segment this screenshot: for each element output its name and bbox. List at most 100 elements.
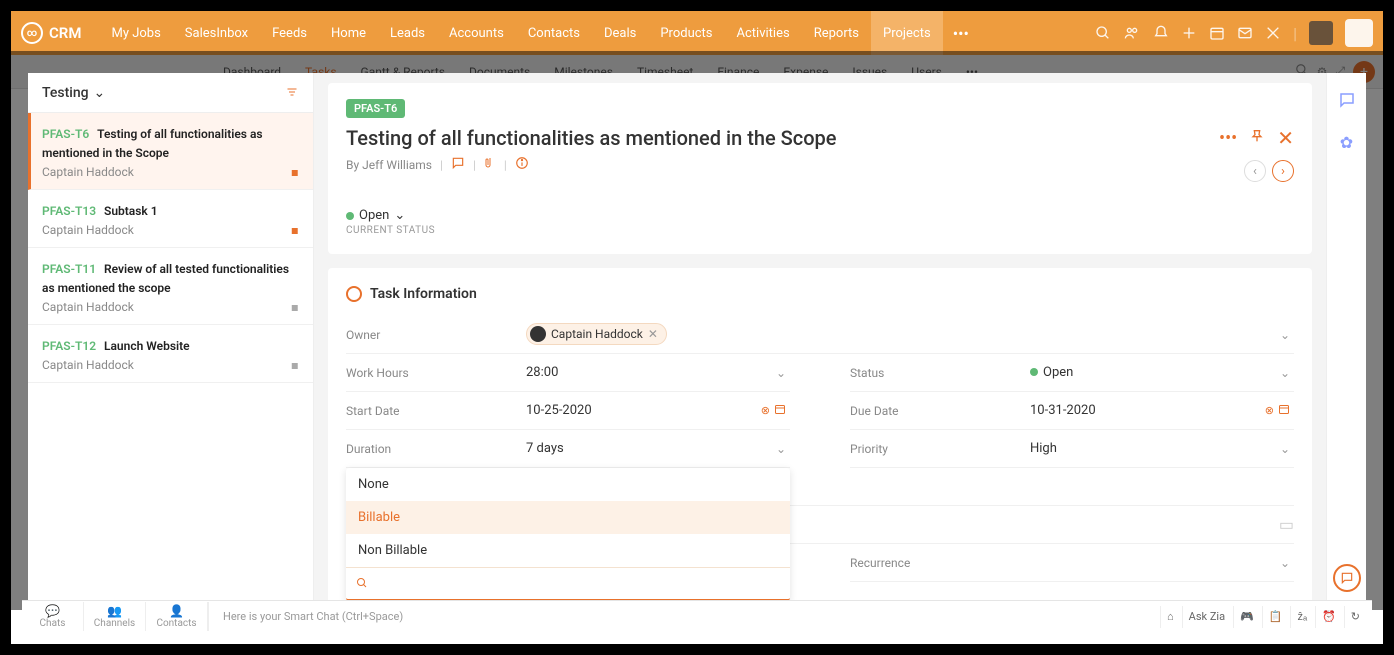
- attachment-icon[interactable]: [484, 156, 496, 173]
- mail-icon[interactable]: [1237, 25, 1253, 41]
- status-label: CURRENT STATUS: [346, 225, 1294, 236]
- calendar-icon[interactable]: [774, 403, 786, 418]
- close-icon[interactable]: ✕: [1277, 126, 1294, 150]
- chevron-down-icon[interactable]: ⌄: [1280, 328, 1290, 342]
- task-item-id: PFAS-T11: [42, 262, 96, 276]
- app-switcher-icon[interactable]: [1345, 19, 1373, 47]
- dropdown-option[interactable]: Billable: [346, 501, 790, 534]
- next-task-icon[interactable]: ›: [1272, 160, 1294, 182]
- info-icon[interactable]: [515, 156, 529, 173]
- nav-reports[interactable]: Reports: [802, 11, 871, 55]
- remove-owner-icon[interactable]: ✕: [648, 327, 658, 341]
- task-item[interactable]: PFAS-T6 Testing of all functionalities a…: [28, 113, 313, 190]
- status-field-value: Open: [1043, 365, 1073, 380]
- priority-label: Priority: [850, 442, 1030, 456]
- user-avatar[interactable]: [1309, 21, 1333, 45]
- task-item[interactable]: PFAS-T11 Review of all tested functional…: [28, 248, 313, 325]
- task-title: Testing of all functionalities as mentio…: [346, 126, 837, 150]
- nav-deals[interactable]: Deals: [592, 11, 648, 55]
- duration-value: 7 days: [526, 441, 776, 456]
- people-icon[interactable]: [1123, 25, 1141, 41]
- history-icon[interactable]: ↻: [1344, 606, 1366, 628]
- recurrence-label: Recurrence: [850, 556, 1030, 570]
- nav-activities[interactable]: Activities: [725, 11, 802, 55]
- chevron-down-icon[interactable]: ⌄: [776, 442, 786, 456]
- nav-more-icon[interactable]: •••: [943, 24, 979, 43]
- calendar-icon[interactable]: [1209, 25, 1225, 41]
- nav-my-jobs[interactable]: My Jobs: [99, 11, 172, 55]
- nav-projects[interactable]: Projects: [871, 11, 943, 55]
- task-item[interactable]: PFAS-T12 Launch WebsiteCaptain Haddock◆: [28, 325, 313, 383]
- owner-field[interactable]: Captain Haddock ✕: [526, 323, 1280, 346]
- dropdown-option[interactable]: None: [346, 468, 790, 501]
- brand-logo[interactable]: ∞ CRM: [21, 22, 81, 44]
- task-item-assignee: Captain Haddock: [42, 300, 134, 314]
- tools-icon[interactable]: [1265, 25, 1281, 41]
- duedate-value: 10-31-2020: [1030, 403, 1265, 418]
- owner-avatar-icon: [530, 326, 546, 342]
- tags-icon[interactable]: ▭: [1279, 515, 1294, 534]
- za-icon[interactable]: ẑₐ: [1290, 606, 1313, 628]
- status-field[interactable]: Status Open ⌄: [850, 354, 1294, 392]
- nav-products[interactable]: Products: [648, 11, 724, 55]
- chevron-down-icon[interactable]: ⌄: [776, 366, 786, 380]
- nav-feeds[interactable]: Feeds: [260, 11, 319, 55]
- prev-task-icon[interactable]: ‹: [1244, 160, 1266, 182]
- duedate-field[interactable]: Due Date 10-31-2020 ⊗: [850, 392, 1294, 430]
- bell-icon[interactable]: [1153, 25, 1169, 41]
- priority-field[interactable]: Priority High ⌄: [850, 430, 1294, 468]
- billing-dropdown: NoneBillableNon Billable: [346, 468, 790, 600]
- bottom-chats[interactable]: 💬Chats: [22, 602, 84, 631]
- dropdown-option[interactable]: Non Billable: [346, 534, 790, 567]
- nav-home[interactable]: Home: [319, 11, 378, 55]
- filter-icon[interactable]: [285, 83, 299, 102]
- clear-date-icon[interactable]: ⊗: [761, 404, 770, 417]
- task-item-id: PFAS-T12: [42, 339, 96, 353]
- nav-salesinbox[interactable]: SalesInbox: [173, 11, 260, 55]
- startdate-field[interactable]: Start Date 10-25-2020 ⊗: [346, 392, 790, 430]
- ask-zia-button[interactable]: Ask Zia: [1182, 606, 1231, 628]
- recurrence-field[interactable]: Recurrence ⌄: [850, 544, 1294, 582]
- clear-date-icon[interactable]: ⊗: [1265, 404, 1274, 417]
- task-item[interactable]: PFAS-T13 Subtask 1Captain Haddock◆: [28, 190, 313, 248]
- task-author: By Jeff Williams: [346, 158, 432, 172]
- status-value: Open: [359, 208, 389, 223]
- clock-icon[interactable]: ⏰: [1315, 606, 1342, 628]
- chevron-down-icon[interactable]: ⌄: [1280, 556, 1290, 570]
- smart-chat-hint: Here is your Smart Chat (Ctrl+Space): [209, 610, 403, 623]
- dropdown-search[interactable]: [346, 567, 790, 600]
- comment-icon[interactable]: [451, 156, 465, 173]
- chevron-down-icon[interactable]: ⌄: [1280, 442, 1290, 456]
- sidebar-group-selector[interactable]: Testing ⌄: [42, 85, 105, 101]
- nav-contacts[interactable]: Contacts: [516, 11, 592, 55]
- task-item-title: Launch Website: [104, 339, 190, 353]
- priority-diamond-icon: ◆: [287, 222, 302, 237]
- comment-tab-icon[interactable]: [1338, 91, 1356, 113]
- help-button[interactable]: [1333, 564, 1361, 592]
- brand-icon: ∞: [21, 22, 43, 44]
- gear-icon[interactable]: ✿: [1340, 133, 1353, 152]
- bottom-contacts[interactable]: 👤Contacts: [146, 602, 208, 631]
- bottom-bar: 💬Chats 👥Channels 👤Contacts Here is your …: [22, 600, 1372, 632]
- game-icon[interactable]: 🎮: [1233, 606, 1260, 628]
- priority-value: High: [1030, 441, 1280, 456]
- chevron-down-icon[interactable]: ⌄: [1280, 366, 1290, 380]
- calendar-icon[interactable]: [1278, 403, 1290, 418]
- status-selector[interactable]: Open ⌄: [346, 208, 1294, 223]
- startdate-value: 10-25-2020: [526, 403, 761, 418]
- workhours-field[interactable]: Work Hours 28:00 ⌄: [346, 354, 790, 392]
- screen-icon[interactable]: ⌂: [1160, 606, 1180, 628]
- duration-field[interactable]: Duration 7 days ⌄ NoneBillableNon Billab…: [346, 430, 790, 468]
- clipboard-icon[interactable]: 📋: [1262, 606, 1289, 628]
- plus-icon[interactable]: [1181, 25, 1197, 41]
- bottom-channels[interactable]: 👥Channels: [84, 602, 146, 631]
- task-more-icon[interactable]: •••: [1219, 128, 1237, 149]
- priority-diamond-icon: ◆: [287, 357, 302, 372]
- task-header-card: PFAS-T6 Testing of all functionalities a…: [328, 83, 1312, 254]
- nav-accounts[interactable]: Accounts: [437, 11, 516, 55]
- nav-leads[interactable]: Leads: [378, 11, 437, 55]
- pin-icon[interactable]: [1249, 128, 1265, 148]
- status-dot-icon: [346, 212, 354, 220]
- owner-value: Captain Haddock: [551, 327, 643, 341]
- search-icon[interactable]: [1095, 25, 1111, 41]
